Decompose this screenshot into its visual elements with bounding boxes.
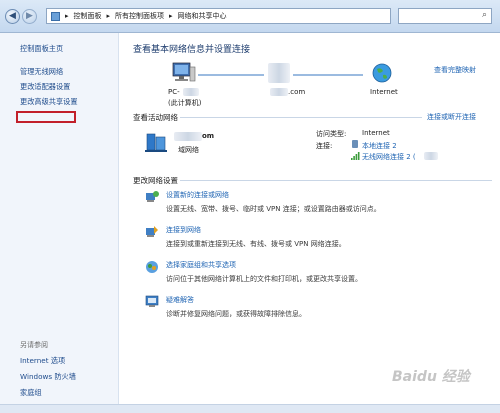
forward-button[interactable]: ▶ (22, 9, 37, 24)
see-also-firewall[interactable]: Windows 防火墙 (20, 372, 76, 382)
sidebar: 控制面板主页 管理无线网络 更改适配器设置 更改高级共享设置 另请参阅 Inte… (0, 33, 119, 412)
redacted-text (270, 88, 288, 96)
task-new-connection-desc: 设置无线、宽带、拨号、临时或 VPN 连接；或设置路由器或访问点。 (166, 205, 381, 213)
search-input[interactable]: ⌕ (398, 8, 492, 24)
task-connect-network-desc: 连接到或重新连接到无线、有线、拨号或 VPN 网络连接。 (166, 240, 346, 248)
globe-icon (372, 63, 392, 85)
wifi-signal-icon (351, 152, 360, 162)
sidebar-item-adapter-settings[interactable]: 更改适配器设置 (20, 82, 70, 92)
active-networks-heading: 查看活动网络 (133, 113, 178, 122)
active-network-type: 域网络 (178, 146, 199, 154)
task-new-connection-link[interactable]: 设置新的连接或网络 (166, 190, 229, 200)
breadcrumb-separator: ▸ (65, 12, 69, 20)
task-homegroup-desc: 访问位于其他网络计算机上的文件和打印机，或更改共享设置。 (166, 275, 362, 283)
sidebar-item-advanced-sharing[interactable]: 更改高级共享设置 (20, 97, 78, 107)
baidu-watermark: Baidu 经验 (392, 369, 470, 385)
connection-line (198, 74, 264, 76)
address-bar[interactable]: ▸ 控制面板 ▸ 所有控制面板项 ▸ 网络和共享中心 (46, 8, 391, 24)
back-button[interactable]: ◀ (5, 9, 20, 24)
see-also-homegroup[interactable]: 家庭组 (20, 388, 42, 398)
active-network-name: om (202, 132, 215, 140)
page-title: 查看基本网络信息并设置连接 (133, 45, 251, 55)
see-also-heading: 另请参阅 (20, 341, 48, 349)
breadcrumb-separator: ▸ (169, 12, 173, 20)
internet-label: Internet (370, 88, 398, 96)
wireless-connection-link[interactable]: 无线网络连接 2 ( (362, 152, 416, 162)
redacted-text (174, 132, 202, 141)
task-homegroup-link[interactable]: 选择家庭组和共享选项 (166, 260, 236, 270)
pc-name-label: PC- (168, 88, 180, 96)
ethernet-icon (352, 140, 358, 148)
task-troubleshoot-link[interactable]: 疑难解答 (166, 295, 194, 305)
connect-disconnect-link[interactable]: 连接或断开连接 (427, 112, 476, 122)
search-icon: ⌕ (481, 10, 487, 20)
access-type-label: 访问类型: (316, 130, 347, 138)
connections-label: 连接: (316, 142, 333, 150)
divider (180, 180, 492, 181)
new-connection-icon (145, 190, 159, 206)
access-type-value: Internet (362, 129, 390, 137)
divider (180, 117, 422, 118)
troubleshoot-icon (145, 294, 159, 310)
computer-icon (170, 62, 196, 86)
connect-network-icon (145, 225, 159, 241)
title-bar: ◀ ▶ ▸ 控制面板 ▸ 所有控制面板项 ▸ 网络和共享中心 ⌕ (0, 0, 500, 33)
network-device-icon (268, 63, 290, 83)
change-settings-heading: 更改网络设置 (133, 176, 178, 185)
domain-network-icon (145, 132, 169, 156)
connection-line (293, 74, 363, 76)
control-panel-icon (51, 11, 60, 21)
sidebar-item-manage-wireless[interactable]: 管理无线网络 (20, 67, 63, 77)
full-map-link[interactable]: 查看完整映射 (434, 65, 476, 75)
pc-sub-label: (此计算机) (168, 99, 202, 107)
network-name-label: .com (288, 88, 306, 96)
breadcrumb-item[interactable]: 所有控制面板项 (115, 11, 164, 21)
sidebar-home-link[interactable]: 控制面板主页 (20, 44, 63, 54)
redacted-text (183, 88, 199, 96)
breadcrumb-item[interactable]: 控制面板 (74, 11, 102, 21)
redacted-text (424, 152, 438, 160)
breadcrumb-item[interactable]: 网络和共享中心 (178, 11, 227, 21)
breadcrumb-separator: ▸ (106, 12, 111, 20)
homegroup-icon (145, 260, 159, 276)
task-connect-network-link[interactable]: 连接到网络 (166, 225, 201, 235)
task-troubleshoot-desc: 诊断并修复网络问题，或获得故障排除信息。 (166, 310, 306, 318)
see-also-internet-options[interactable]: Internet 选项 (20, 356, 65, 366)
highlight-box (16, 111, 76, 123)
local-connection-link[interactable]: 本地连接 2 (362, 141, 397, 151)
